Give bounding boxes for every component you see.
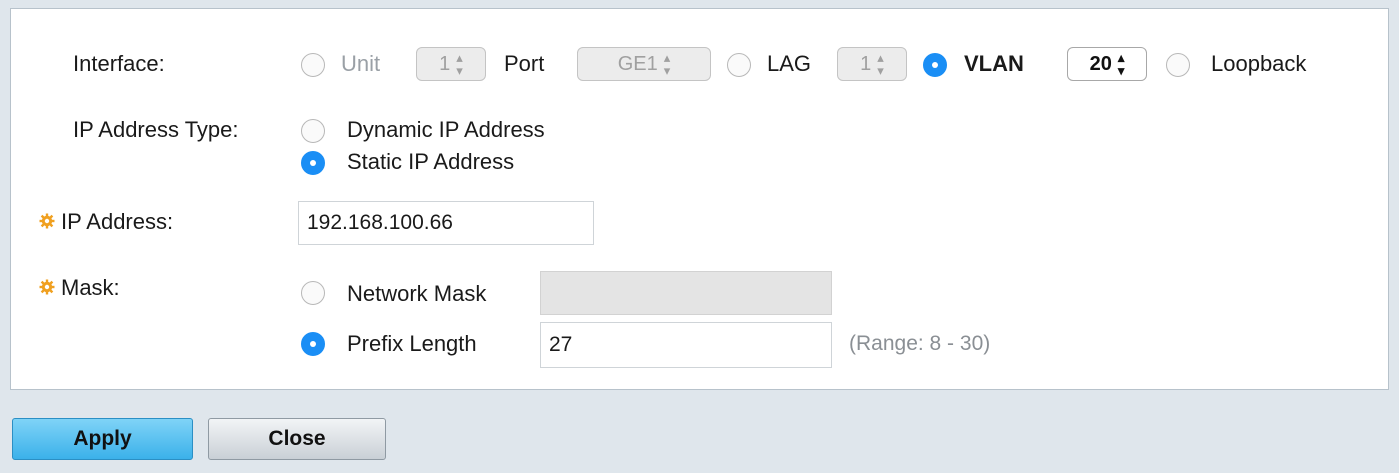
static-ip-label: Static IP Address (347, 149, 515, 174)
mask-label: Mask: (61, 275, 120, 300)
lag-label: LAG (767, 51, 812, 76)
port-label: Port (504, 51, 545, 76)
ip-interface-form: Interface: Unit 1 ▴ ▾ Port GE1 ▴ ▾ LAG 1 ▴… (10, 8, 1389, 390)
prefix-length-label: Prefix Length (347, 331, 477, 356)
ip-address-value: 192.168.100.66 (307, 211, 453, 234)
stepper-arrows-icon: ▴ ▾ (1117, 50, 1125, 78)
required-gear-icon (39, 279, 55, 295)
required-gear-icon (39, 213, 55, 229)
prefix-length-radio[interactable] (301, 332, 325, 356)
lag-select-value: 1 (860, 52, 872, 75)
prefix-range-hint: (Range: 8 - 30) (849, 332, 991, 355)
unit-radio[interactable] (301, 53, 325, 77)
static-ip-radio[interactable] (301, 151, 325, 175)
lag-select[interactable]: 1 ▴ ▾ (837, 47, 907, 81)
loopback-radio[interactable] (1166, 53, 1190, 77)
unit-label: Unit (341, 51, 381, 76)
network-mask-label: Network Mask (347, 281, 487, 306)
close-button[interactable]: Close (208, 418, 386, 460)
apply-button[interactable]: Apply (12, 418, 193, 460)
unit-select[interactable]: 1 ▴ ▾ (416, 47, 486, 81)
stepper-arrows-icon: ▴ ▾ (877, 50, 884, 78)
dynamic-ip-radio[interactable] (301, 119, 325, 143)
vlan-select-value: 20 (1089, 52, 1112, 75)
unit-select-value: 1 (439, 52, 451, 75)
port-select-value: GE1 (617, 52, 658, 75)
lag-radio[interactable] (727, 53, 751, 77)
prefix-length-value: 27 (549, 333, 573, 356)
prefix-length-input[interactable]: 27 (540, 322, 832, 368)
stepper-arrows-icon: ▴ ▾ (663, 50, 671, 78)
interface-label: Interface: (73, 51, 165, 76)
port-select[interactable]: GE1 ▴ ▾ (577, 47, 711, 81)
ip-address-input[interactable]: 192.168.100.66 (298, 201, 594, 245)
vlan-select[interactable]: 20 ▴ ▾ (1067, 47, 1147, 81)
network-mask-input[interactable] (540, 271, 832, 315)
ip-address-label: IP Address: (61, 209, 174, 234)
stepper-arrows-icon: ▴ ▾ (456, 50, 463, 78)
ip-address-type-label: IP Address Type: (73, 117, 239, 142)
vlan-radio[interactable] (923, 53, 947, 77)
network-mask-radio[interactable] (301, 281, 325, 305)
vlan-label: VLAN (964, 51, 1024, 76)
loopback-label: Loopback (1211, 51, 1307, 76)
dynamic-ip-label: Dynamic IP Address (347, 117, 545, 142)
